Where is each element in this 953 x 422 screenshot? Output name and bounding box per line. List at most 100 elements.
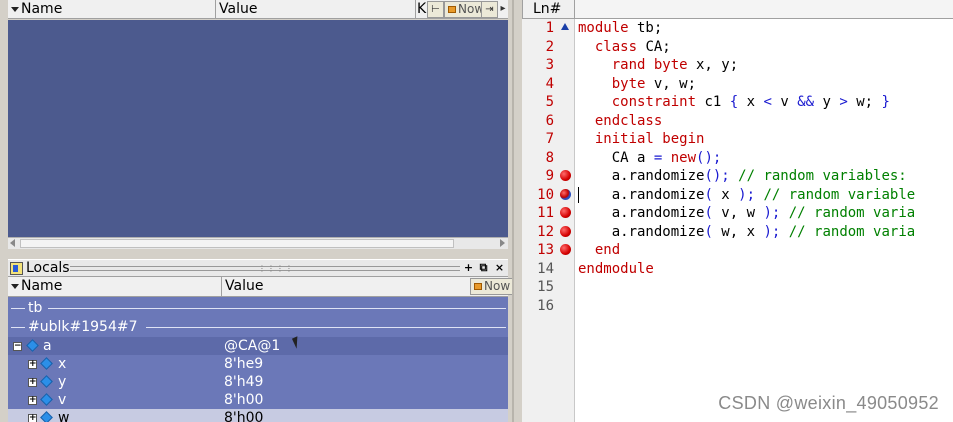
breakpoint-icon[interactable] bbox=[560, 188, 571, 200]
code-line[interactable]: rand byte x, y; bbox=[578, 56, 738, 74]
expand-icon[interactable]: + bbox=[28, 360, 37, 369]
expand-icon[interactable]: + bbox=[28, 378, 37, 387]
line-number: 7 bbox=[545, 131, 554, 147]
horizontal-scrollbar[interactable] bbox=[8, 237, 508, 249]
group-row-tb[interactable]: tb bbox=[8, 299, 508, 317]
var-value: 8'h49 bbox=[224, 374, 264, 390]
code-editor[interactable]: module tb; class CA; rand byte x, y; byt… bbox=[575, 19, 953, 422]
more-arrow-button[interactable]: ▸ bbox=[498, 1, 508, 18]
line-number: 10 bbox=[537, 186, 554, 203]
line-number: 11 bbox=[537, 205, 554, 221]
code-line[interactable]: a.randomize( x ); // random variable bbox=[578, 186, 915, 204]
locals-tree[interactable]: tb #ublk#1954#7 − a @CA@1 + x 8'he9 + y … bbox=[8, 297, 508, 422]
breakpoint-icon[interactable] bbox=[560, 244, 571, 255]
code-token: x bbox=[738, 94, 764, 110]
line-number: 8 bbox=[545, 149, 554, 166]
code-token: (); bbox=[696, 149, 722, 166]
code-line[interactable]: class CA; bbox=[578, 38, 671, 56]
var-value: @CA@1 bbox=[224, 338, 281, 354]
expand-icon[interactable]: + bbox=[28, 396, 37, 405]
code-token: a.randomize bbox=[578, 186, 705, 203]
line-number: 4 bbox=[545, 75, 554, 92]
table-row[interactable]: + y 8'h49 bbox=[8, 373, 508, 391]
snap-button[interactable]: ⇥ bbox=[481, 1, 498, 18]
collapse-icon[interactable]: − bbox=[13, 342, 22, 351]
line-number: 12 bbox=[537, 223, 554, 240]
table-row[interactable]: + x 8'he9 bbox=[8, 355, 508, 373]
code-token: { bbox=[729, 94, 739, 110]
code-line[interactable]: endmodule bbox=[578, 260, 654, 278]
now-icon bbox=[474, 283, 482, 290]
code-token: v, w bbox=[712, 205, 764, 221]
scroll-thumb[interactable] bbox=[20, 239, 454, 248]
breakpoint-icon[interactable] bbox=[560, 225, 571, 237]
variable-icon bbox=[40, 357, 53, 370]
code-line[interactable]: endclass bbox=[578, 112, 662, 130]
table-row[interactable]: − a @CA@1 bbox=[8, 336, 508, 355]
locals-column-name-header[interactable]: Name bbox=[8, 277, 222, 296]
breakpoint-icon[interactable] bbox=[560, 207, 571, 218]
expand-icon[interactable]: + bbox=[28, 414, 37, 422]
group-line bbox=[11, 308, 25, 309]
code-line[interactable]: a.randomize( v, w ); // random varia bbox=[578, 204, 915, 222]
code-token: y bbox=[814, 94, 840, 110]
code-token: ( bbox=[704, 186, 713, 203]
line-number: 13 bbox=[537, 242, 554, 258]
column-name-header[interactable]: Name bbox=[8, 0, 216, 19]
table-row[interactable]: + v 8'h00 bbox=[8, 391, 508, 409]
breakpoint-icon[interactable] bbox=[560, 170, 571, 181]
dropdown-arrow-icon[interactable] bbox=[11, 284, 19, 289]
code-token: tb; bbox=[628, 20, 663, 36]
table-row[interactable]: + w 8'h00 bbox=[8, 409, 508, 422]
line-number-header: Ln# bbox=[522, 0, 575, 19]
code-line[interactable]: CA a = new(); bbox=[578, 149, 722, 167]
locals-window-icon bbox=[10, 262, 23, 275]
drag-grip-dots[interactable]: ⋮⋮⋮⋮ bbox=[258, 264, 294, 273]
var-name: x bbox=[58, 356, 67, 372]
cursor-lock-button[interactable]: ⊢ bbox=[427, 1, 444, 18]
locals-column-value-header[interactable]: Value bbox=[222, 277, 468, 296]
now-icon bbox=[448, 6, 456, 13]
code-line[interactable]: a.randomize(); // random variables: bbox=[578, 167, 915, 185]
group-line bbox=[11, 327, 25, 328]
line-number: 6 bbox=[545, 112, 554, 129]
scroll-left-icon[interactable] bbox=[10, 239, 15, 247]
column-value-header[interactable]: Value bbox=[216, 0, 416, 19]
code-token: && bbox=[797, 94, 815, 110]
group-line bbox=[146, 327, 506, 328]
code-line[interactable]: a.randomize( w, x ); // random varia bbox=[578, 223, 915, 241]
code-line[interactable]: constraint c1 { x < v && y > w; } bbox=[578, 93, 890, 111]
group-line bbox=[48, 308, 506, 309]
line-number: 9 bbox=[545, 168, 554, 184]
watermark: CSDN @weixin_49050952 bbox=[718, 393, 939, 413]
code-token: new bbox=[670, 149, 697, 166]
add-icon[interactable]: + bbox=[461, 261, 476, 276]
variable-icon bbox=[40, 411, 53, 422]
source-header bbox=[575, 0, 953, 19]
code-token: } bbox=[881, 94, 890, 110]
current-position-icon[interactable] bbox=[560, 22, 571, 33]
close-icon[interactable]: × bbox=[492, 261, 507, 276]
undock-icon[interactable]: ⧉ bbox=[476, 261, 491, 276]
var-value: 8'h00 bbox=[224, 392, 264, 408]
line-number: 1 bbox=[545, 20, 554, 36]
code-token: c1 bbox=[696, 94, 730, 110]
line-gutter[interactable]: 1 2 3 4 5 6 7 8 9 10 11 12 13 14 15 16 bbox=[522, 19, 575, 422]
locals-column-header: Name Value Now bbox=[8, 277, 514, 297]
code-token: a.randomize bbox=[578, 168, 705, 184]
code-line[interactable]: module tb; bbox=[578, 19, 662, 37]
var-name: v bbox=[58, 392, 67, 408]
locals-now-button[interactable]: Now bbox=[470, 278, 514, 295]
var-name: a bbox=[43, 338, 52, 354]
group-row-ublk[interactable]: #ublk#1954#7 bbox=[8, 318, 508, 336]
text-caret bbox=[578, 186, 579, 203]
dropdown-arrow-icon[interactable] bbox=[11, 7, 19, 12]
code-line[interactable]: byte v, w; bbox=[578, 75, 696, 93]
scroll-right-icon[interactable] bbox=[500, 239, 505, 247]
code-token: ); bbox=[738, 186, 756, 203]
line-number: 14 bbox=[537, 260, 554, 277]
wave-signal-area[interactable] bbox=[8, 20, 508, 237]
code-line[interactable]: end bbox=[578, 241, 620, 259]
var-value: 8'h00 bbox=[224, 410, 264, 422]
code-line[interactable]: initial begin bbox=[578, 130, 705, 148]
